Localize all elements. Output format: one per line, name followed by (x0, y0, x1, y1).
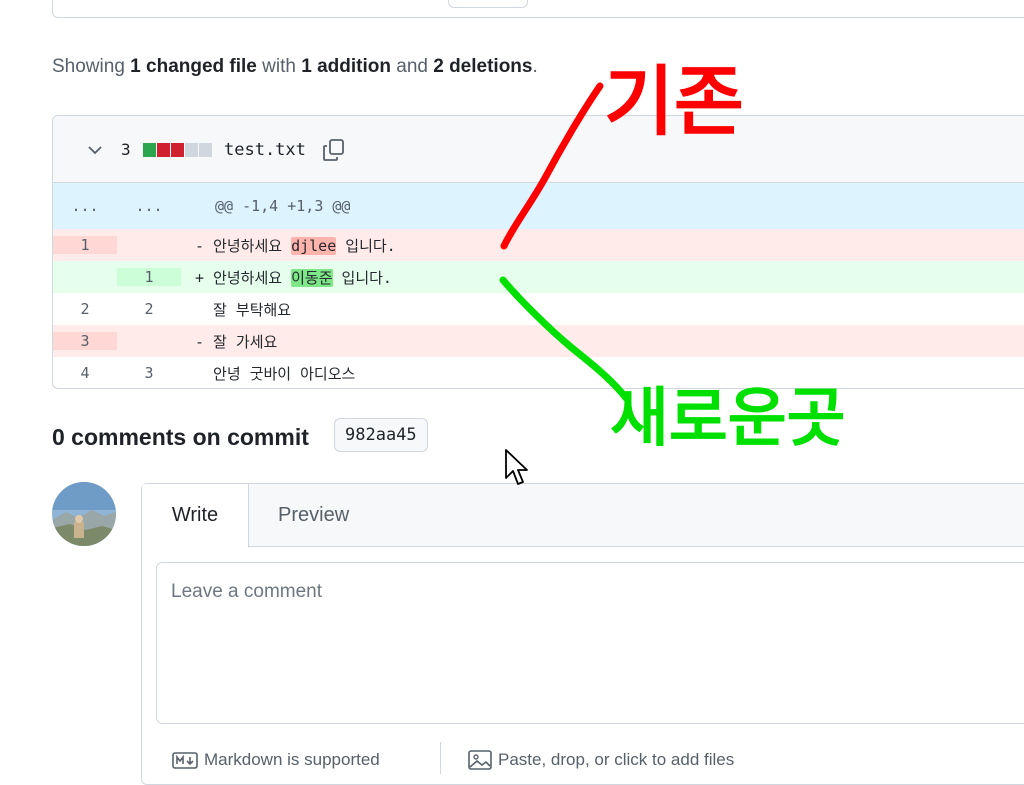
diff-row-del: 3 - 잘 가세요 (53, 325, 1024, 357)
diffstat-block (185, 143, 198, 157)
avatar[interactable] (52, 482, 116, 546)
footer-divider (440, 742, 441, 774)
diff-row-ctx: 43 안녕 굿바이 아디오스 (53, 357, 1024, 388)
diff-row-del: 1 - 안녕하세요 djlee 입니다. (53, 229, 1024, 261)
old-line-number[interactable]: 2 (53, 300, 117, 318)
diffstat-block (171, 143, 184, 157)
tab-write[interactable]: Write (142, 484, 249, 548)
diff-table: ... ... @@ -1,4 +1,3 @@ 1- 안녕하세요 djlee 입… (53, 183, 1024, 388)
diffstat-block (157, 143, 170, 157)
file-diff: 3 test.txt ... ... @@ -1,4 +1,3 @@ 1- 안녕… (52, 115, 1024, 389)
code-text: 안녕 굿바이 아디오스 (195, 364, 356, 383)
new-line-number[interactable]: 3 (117, 364, 181, 382)
diff-row-add: 1 + 안녕하세요 이동준 입니다. (53, 261, 1024, 293)
image-icon (468, 750, 492, 770)
code-text: + 안녕하세요 (195, 268, 292, 287)
commit-sha-badge[interactable]: 982aa45 (334, 418, 428, 452)
diff-line-code: - 안녕하세요 djlee 입니다. (181, 235, 396, 256)
code-text: 잘 부탁해요 (195, 300, 292, 319)
changed-word-highlight: 이동준 (291, 268, 333, 287)
hunk-text: @@ -1,4 +1,3 @@ (215, 197, 351, 215)
comment-textarea[interactable]: Leave a comment (156, 562, 1024, 724)
old-line-number[interactable]: 3 (53, 332, 117, 350)
deletions-count: 2 deletions (433, 56, 533, 77)
code-text: - 안녕하세요 (195, 236, 292, 255)
attach-files-button[interactable]: Paste, drop, or click to add files (468, 750, 734, 770)
file-name-link[interactable]: test.txt (224, 140, 306, 160)
old-line-number[interactable]: 1 (53, 236, 117, 254)
diffstat-bar (143, 143, 212, 157)
diff-change-count: 3 (121, 140, 131, 159)
changed-files-count: 1 changed file (130, 56, 257, 77)
changed-word-highlight: djlee (291, 236, 337, 255)
file-header: 3 test.txt (53, 116, 1024, 183)
editor-tabbar: Write Preview (142, 484, 1024, 548)
comments-heading: 0 comments on commit (52, 424, 309, 450)
copy-icon[interactable] (321, 137, 347, 163)
comment-placeholder: Leave a comment (171, 581, 323, 602)
hunk-header: ... ... @@ -1,4 +1,3 @@ (53, 183, 1024, 229)
chevron-down-icon[interactable] (87, 142, 103, 158)
hunk-expand-old[interactable]: ... (53, 197, 117, 215)
mouse-cursor-icon (505, 449, 528, 485)
diff-row-ctx: 22 잘 부탁해요 (53, 293, 1024, 325)
diffstat-block (199, 143, 212, 157)
code-text: - 잘 가세요 (195, 332, 278, 351)
diff-line-code: - 잘 가세요 (181, 331, 277, 352)
markdown-label: Markdown is supported (204, 750, 380, 769)
diff-line-code: + 안녕하세요 이동준 입니다. (181, 267, 392, 288)
attach-label: Paste, drop, or click to add files (498, 750, 735, 769)
new-line-number[interactable]: 2 (117, 300, 181, 318)
diffstat-block (143, 143, 156, 157)
code-text: 입니다. (332, 268, 392, 287)
previous-panel-tab (448, 0, 528, 8)
code-text: 입니다. (336, 236, 396, 255)
markdown-icon (172, 751, 198, 769)
markdown-hint[interactable]: Markdown is supported (172, 750, 380, 770)
additions-count: 1 addition (301, 56, 391, 77)
diff-summary: Showing 1 changed file with 1 addition a… (52, 56, 538, 77)
old-line-number[interactable]: 4 (53, 364, 117, 382)
new-line-number[interactable]: 1 (117, 268, 181, 286)
diff-line-code: 안녕 굿바이 아디오스 (181, 363, 355, 384)
comment-editor: Write Preview Leave a comment Markdown i… (141, 483, 1024, 785)
annotation-new-label: 새로운곳 (610, 382, 846, 456)
tab-preview[interactable]: Preview (278, 484, 349, 546)
diff-line-code: 잘 부탁해요 (181, 299, 291, 320)
hunk-expand-new[interactable]: ... (117, 197, 181, 215)
annotation-dot (826, 389, 832, 395)
previous-panel (52, 0, 1024, 18)
